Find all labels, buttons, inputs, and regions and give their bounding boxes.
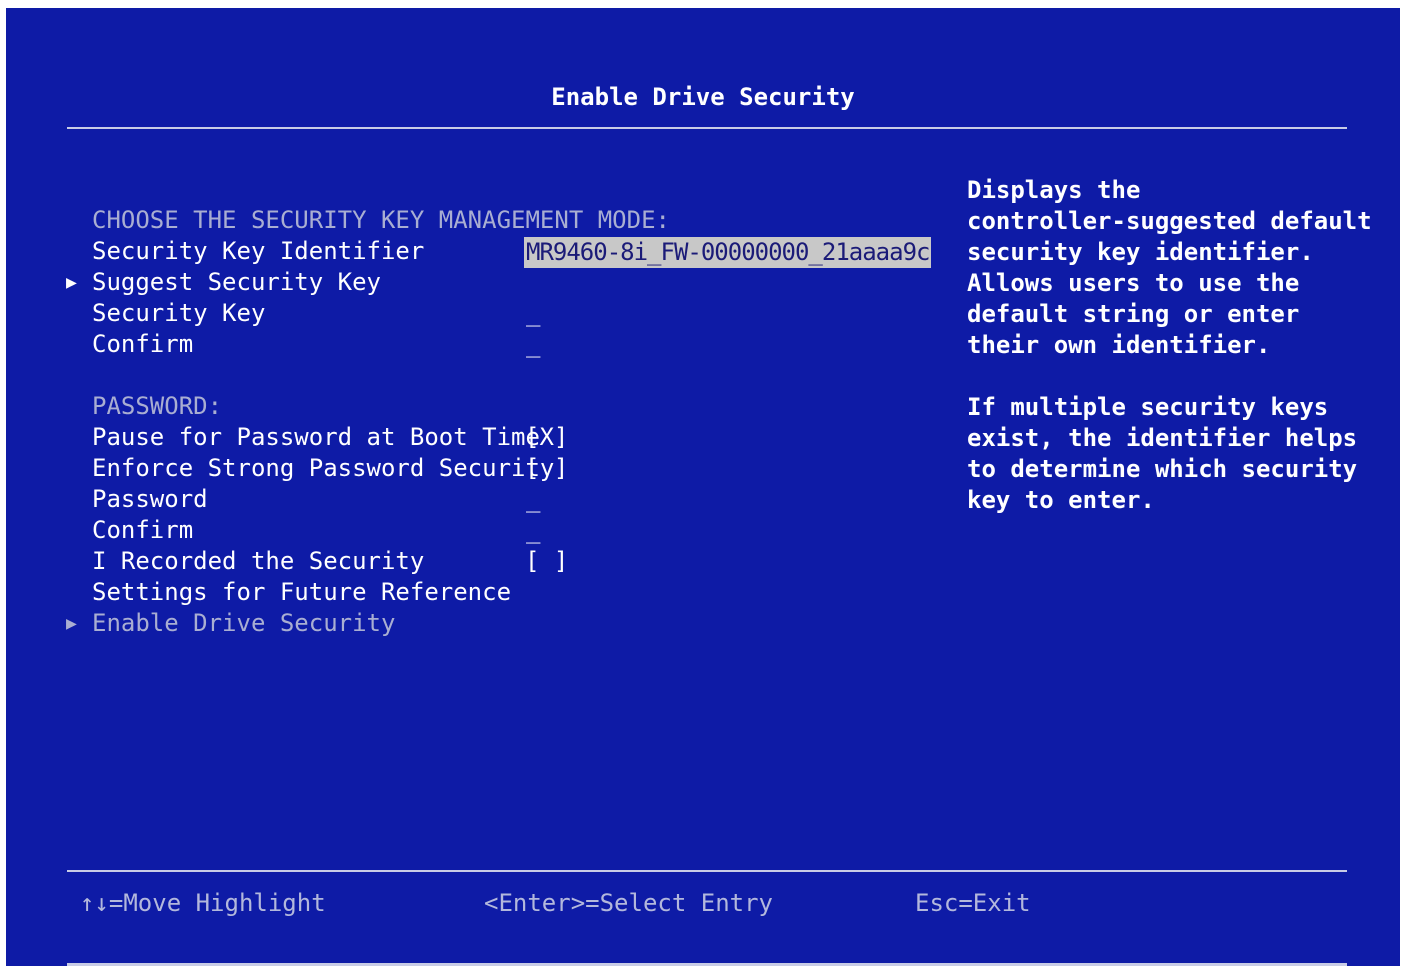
password-confirm-field[interactable]: _ xyxy=(526,515,540,546)
help-line: Displays the xyxy=(967,176,1141,204)
recorded-settings-row[interactable]: I Recorded the Security [ ] xyxy=(92,546,932,577)
key-mode-heading-row: CHOOSE THE SECURITY KEY MANAGEMENT MODE: xyxy=(92,205,932,236)
submenu-arrow-icon: ▶ xyxy=(66,613,77,634)
title-divider xyxy=(67,127,1347,129)
help-line: key to enter. xyxy=(967,486,1155,514)
suggest-security-key-link[interactable]: Suggest Security Key xyxy=(92,267,381,298)
help-line: their own identifier. xyxy=(967,331,1271,359)
help-line: controller-suggested default xyxy=(967,207,1372,235)
recorded-settings-label-line2: Settings for Future Reference xyxy=(92,578,512,606)
suggest-security-key-row[interactable]: ▶ Suggest Security Key xyxy=(66,267,932,298)
settings-pane: CHOOSE THE SECURITY KEY MANAGEMENT MODE:… xyxy=(66,205,932,639)
footer-divider xyxy=(67,870,1347,872)
password-confirm-label: Confirm xyxy=(92,516,194,544)
strong-password-label: Enforce Strong Password Security xyxy=(92,454,555,482)
enable-drive-security-link[interactable]: Enable Drive Security xyxy=(92,608,395,639)
help-line: Allows users to use the xyxy=(967,269,1300,297)
help-panel: Displays the controller-suggested defaul… xyxy=(967,175,1372,516)
strong-password-row[interactable]: Enforce Strong Password Security [ ] xyxy=(92,453,932,484)
page-title: Enable Drive Security xyxy=(551,83,855,111)
key-mode-heading: CHOOSE THE SECURITY KEY MANAGEMENT MODE: xyxy=(92,206,670,234)
security-key-label: Security Key xyxy=(92,299,266,327)
password-field[interactable]: _ xyxy=(526,484,540,515)
pause-password-label: Pause for Password at Boot Time xyxy=(92,423,540,451)
submenu-arrow-icon: ▶ xyxy=(66,272,77,293)
help-line: default string or enter xyxy=(967,300,1300,328)
key-confirm-row[interactable]: Confirm _ xyxy=(92,329,932,360)
password-heading: PASSWORD: xyxy=(92,392,223,420)
select-entry-hint: <Enter>=Select Entry xyxy=(484,889,773,917)
help-line: security key identifier. xyxy=(967,238,1314,266)
security-key-identifier-label: Security Key Identifier xyxy=(92,237,425,265)
password-heading-row: PASSWORD: xyxy=(92,391,932,422)
key-confirm-field[interactable]: _ xyxy=(526,329,540,360)
help-line: exist, the identifier helps xyxy=(967,424,1358,452)
security-key-row[interactable]: Security Key _ xyxy=(92,298,932,329)
password-label: Password xyxy=(92,485,208,513)
strong-password-checkbox[interactable]: [ ] xyxy=(525,453,568,484)
move-highlight-hint: ↑↓=Move Highlight xyxy=(80,889,326,917)
enable-drive-security-row[interactable]: ▶ Enable Drive Security xyxy=(66,608,932,639)
security-key-identifier-field[interactable]: MR9460-8i_FW-00000000_21aaaa9c xyxy=(524,237,932,268)
pause-password-checkbox[interactable]: [X] xyxy=(525,422,568,453)
help-line: If multiple security keys xyxy=(967,393,1329,421)
security-key-field[interactable]: _ xyxy=(526,298,540,329)
security-key-identifier-row[interactable]: Security Key Identifier MR9460-8i_FW-000… xyxy=(92,236,932,268)
help-line: to determine which security xyxy=(967,455,1358,483)
bottom-divider xyxy=(67,963,1347,966)
bios-screen: Enable Drive Security CHOOSE THE SECURIT… xyxy=(6,8,1400,966)
password-row[interactable]: Password _ xyxy=(92,484,932,515)
recorded-settings-label-line1: I Recorded the Security xyxy=(92,547,425,575)
pause-password-row[interactable]: Pause for Password at Boot Time [X] xyxy=(92,422,932,453)
recorded-settings-row-cont: Settings for Future Reference xyxy=(92,577,932,608)
key-hints-bar: ↑↓=Move Highlight <Enter>=Select Entry E… xyxy=(6,888,1400,920)
key-confirm-label: Confirm xyxy=(92,330,194,358)
exit-hint: Esc=Exit xyxy=(915,889,1031,917)
password-confirm-row[interactable]: Confirm _ xyxy=(92,515,932,546)
recorded-settings-checkbox[interactable]: [ ] xyxy=(525,546,568,577)
help-line xyxy=(967,361,1367,392)
